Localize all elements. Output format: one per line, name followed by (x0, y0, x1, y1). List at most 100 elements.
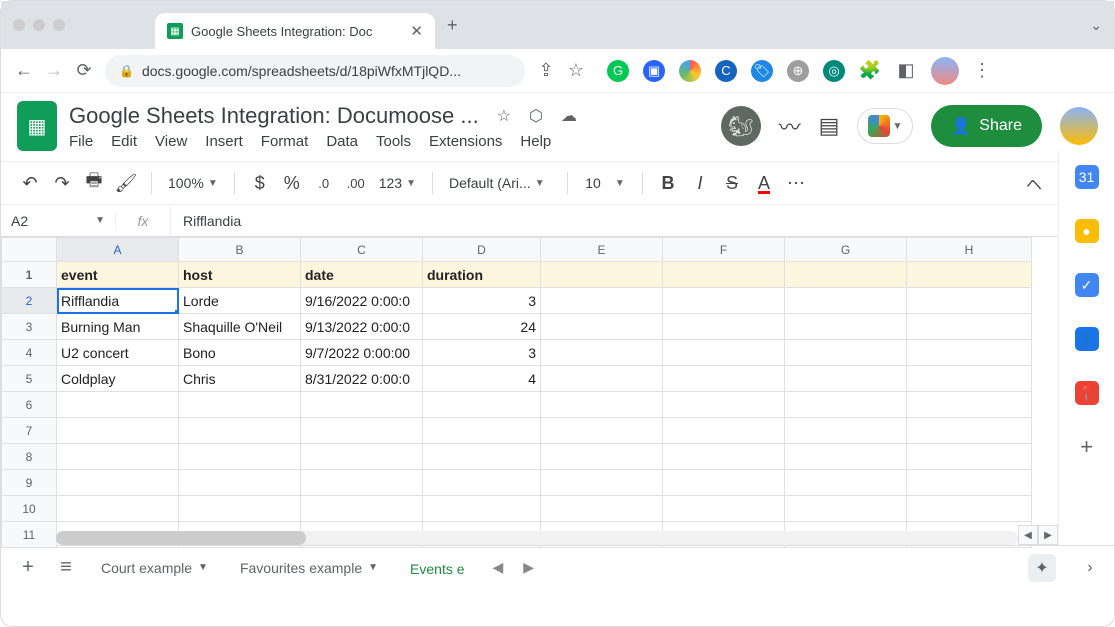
cell[interactable] (301, 392, 423, 418)
target-ext-icon[interactable]: ◎ (823, 60, 845, 82)
maps-sidebar-icon[interactable]: 📍 (1075, 381, 1099, 405)
calendar-sidebar-icon[interactable]: 31 (1075, 165, 1099, 189)
cell[interactable] (179, 418, 301, 444)
row-header[interactable]: 7 (2, 418, 57, 444)
cell[interactable]: 4 (423, 366, 541, 392)
menu-data[interactable]: Data (326, 133, 358, 150)
scroll-right-icon[interactable]: ▶ (1038, 525, 1058, 545)
cell[interactable] (663, 262, 785, 288)
menu-edit[interactable]: Edit (111, 133, 137, 150)
cell[interactable]: Burning Man (57, 314, 179, 340)
cell-selected[interactable]: Rifflandia (57, 288, 179, 314)
back-button[interactable]: ← (15, 60, 33, 81)
tag-ext-icon[interactable]: 🏷 (751, 60, 773, 82)
toggle-sidepanel-icon[interactable]: › (1076, 559, 1104, 577)
cell[interactable] (541, 470, 663, 496)
cell[interactable] (423, 470, 541, 496)
scroll-left-icon[interactable]: ◀ (1018, 525, 1038, 545)
bold-icon[interactable]: B (655, 173, 681, 194)
cell[interactable] (541, 314, 663, 340)
new-tab-button[interactable]: + (447, 15, 458, 36)
cell[interactable] (179, 496, 301, 522)
sheet-tab[interactable]: Favourites example▼ (226, 546, 392, 590)
cell[interactable] (663, 288, 785, 314)
cell[interactable] (541, 288, 663, 314)
zoom-dropdown[interactable]: 100%▼ (164, 175, 222, 191)
menu-view[interactable]: View (155, 133, 187, 150)
cell[interactable]: Lorde (179, 288, 301, 314)
explore-button[interactable]: ✦ (1028, 554, 1056, 582)
cell[interactable]: U2 concert (57, 340, 179, 366)
spreadsheet-grid[interactable]: A B C D E F G H 1 event host date durati… (1, 237, 1058, 545)
cell[interactable]: Chris (179, 366, 301, 392)
cell[interactable] (785, 444, 907, 470)
font-size-dropdown[interactable]: 10▼ (580, 175, 630, 191)
cell[interactable] (301, 418, 423, 444)
cell[interactable] (541, 496, 663, 522)
account-avatar[interactable] (1060, 107, 1098, 145)
cell[interactable] (179, 470, 301, 496)
sheets-logo-icon[interactable]: ▦ (17, 101, 57, 151)
menu-file[interactable]: File (69, 133, 93, 150)
col-header-g[interactable]: G (785, 238, 907, 262)
bookmark-star-icon[interactable]: ☆ (567, 60, 585, 81)
close-tab-icon[interactable]: ✕ (410, 22, 423, 40)
cell[interactable] (785, 288, 907, 314)
cell[interactable] (907, 288, 1032, 314)
col-header-b[interactable]: B (179, 238, 301, 262)
browser-menu-icon[interactable]: ⋮ (973, 60, 991, 81)
cell[interactable]: date (301, 262, 423, 288)
browser-tab[interactable]: ▦ Google Sheets Integration: Doc ✕ (155, 13, 435, 49)
comments-icon[interactable]: ▤ (819, 113, 840, 139)
cell[interactable] (907, 444, 1032, 470)
add-sheet-button[interactable]: + (11, 551, 45, 585)
cell[interactable] (663, 496, 785, 522)
decrease-decimal-icon[interactable]: .0 (311, 176, 337, 191)
italic-icon[interactable]: I (687, 173, 713, 194)
row-header[interactable]: 2 (2, 288, 57, 314)
cell[interactable] (301, 444, 423, 470)
share-url-icon[interactable]: ⇪ (537, 60, 555, 81)
all-sheets-button[interactable]: ≡ (49, 551, 83, 585)
sidepanel-toggle-icon[interactable]: ◧ (895, 60, 917, 82)
c-ext-icon[interactable]: C (715, 60, 737, 82)
cell[interactable] (57, 392, 179, 418)
row-header[interactable]: 5 (2, 366, 57, 392)
cell[interactable] (785, 340, 907, 366)
scrollbar-thumb[interactable] (56, 531, 306, 545)
address-bar[interactable]: 🔒 docs.google.com/spreadsheets/d/18piWfx… (105, 55, 525, 87)
text-color-icon[interactable]: A (751, 173, 777, 194)
cell[interactable] (423, 444, 541, 470)
menu-tools[interactable]: Tools (376, 133, 411, 150)
cell[interactable] (541, 444, 663, 470)
cell[interactable] (907, 366, 1032, 392)
move-doc-icon[interactable]: ⬡ (529, 106, 543, 126)
undo-icon[interactable]: ↶ (17, 173, 43, 194)
number-format-dropdown[interactable]: 123▼ (375, 175, 420, 191)
share-button[interactable]: 👤 Share (931, 105, 1042, 147)
close-window-dot[interactable] (13, 19, 25, 31)
tabs-overflow-icon[interactable]: ⌄ (1090, 17, 1102, 34)
minimize-window-dot[interactable] (33, 19, 45, 31)
grammarly-ext-icon[interactable]: G (607, 60, 629, 82)
col-header-e[interactable]: E (541, 238, 663, 262)
cell[interactable] (785, 314, 907, 340)
formula-input[interactable]: Rifflandia (171, 213, 253, 229)
cell[interactable] (541, 262, 663, 288)
anonymous-user-icon[interactable]: 🐿 (721, 106, 761, 146)
cell[interactable] (907, 418, 1032, 444)
cell[interactable] (301, 496, 423, 522)
cell[interactable] (57, 418, 179, 444)
contacts-sidebar-icon[interactable]: 👤 (1075, 327, 1099, 351)
extensions-puzzle-icon[interactable]: 🧩 (859, 60, 881, 82)
name-box[interactable]: A2 ▼ (1, 213, 116, 229)
cell[interactable]: event (57, 262, 179, 288)
cell[interactable]: Shaquille O'Neil (179, 314, 301, 340)
cell[interactable] (785, 262, 907, 288)
cell[interactable] (541, 366, 663, 392)
zoom-ext-icon[interactable]: ▣ (643, 60, 665, 82)
document-title[interactable]: Google Sheets Integration: Documoose ... (69, 103, 479, 129)
cell[interactable] (785, 366, 907, 392)
cell[interactable] (57, 444, 179, 470)
col-header-h[interactable]: H (907, 238, 1032, 262)
